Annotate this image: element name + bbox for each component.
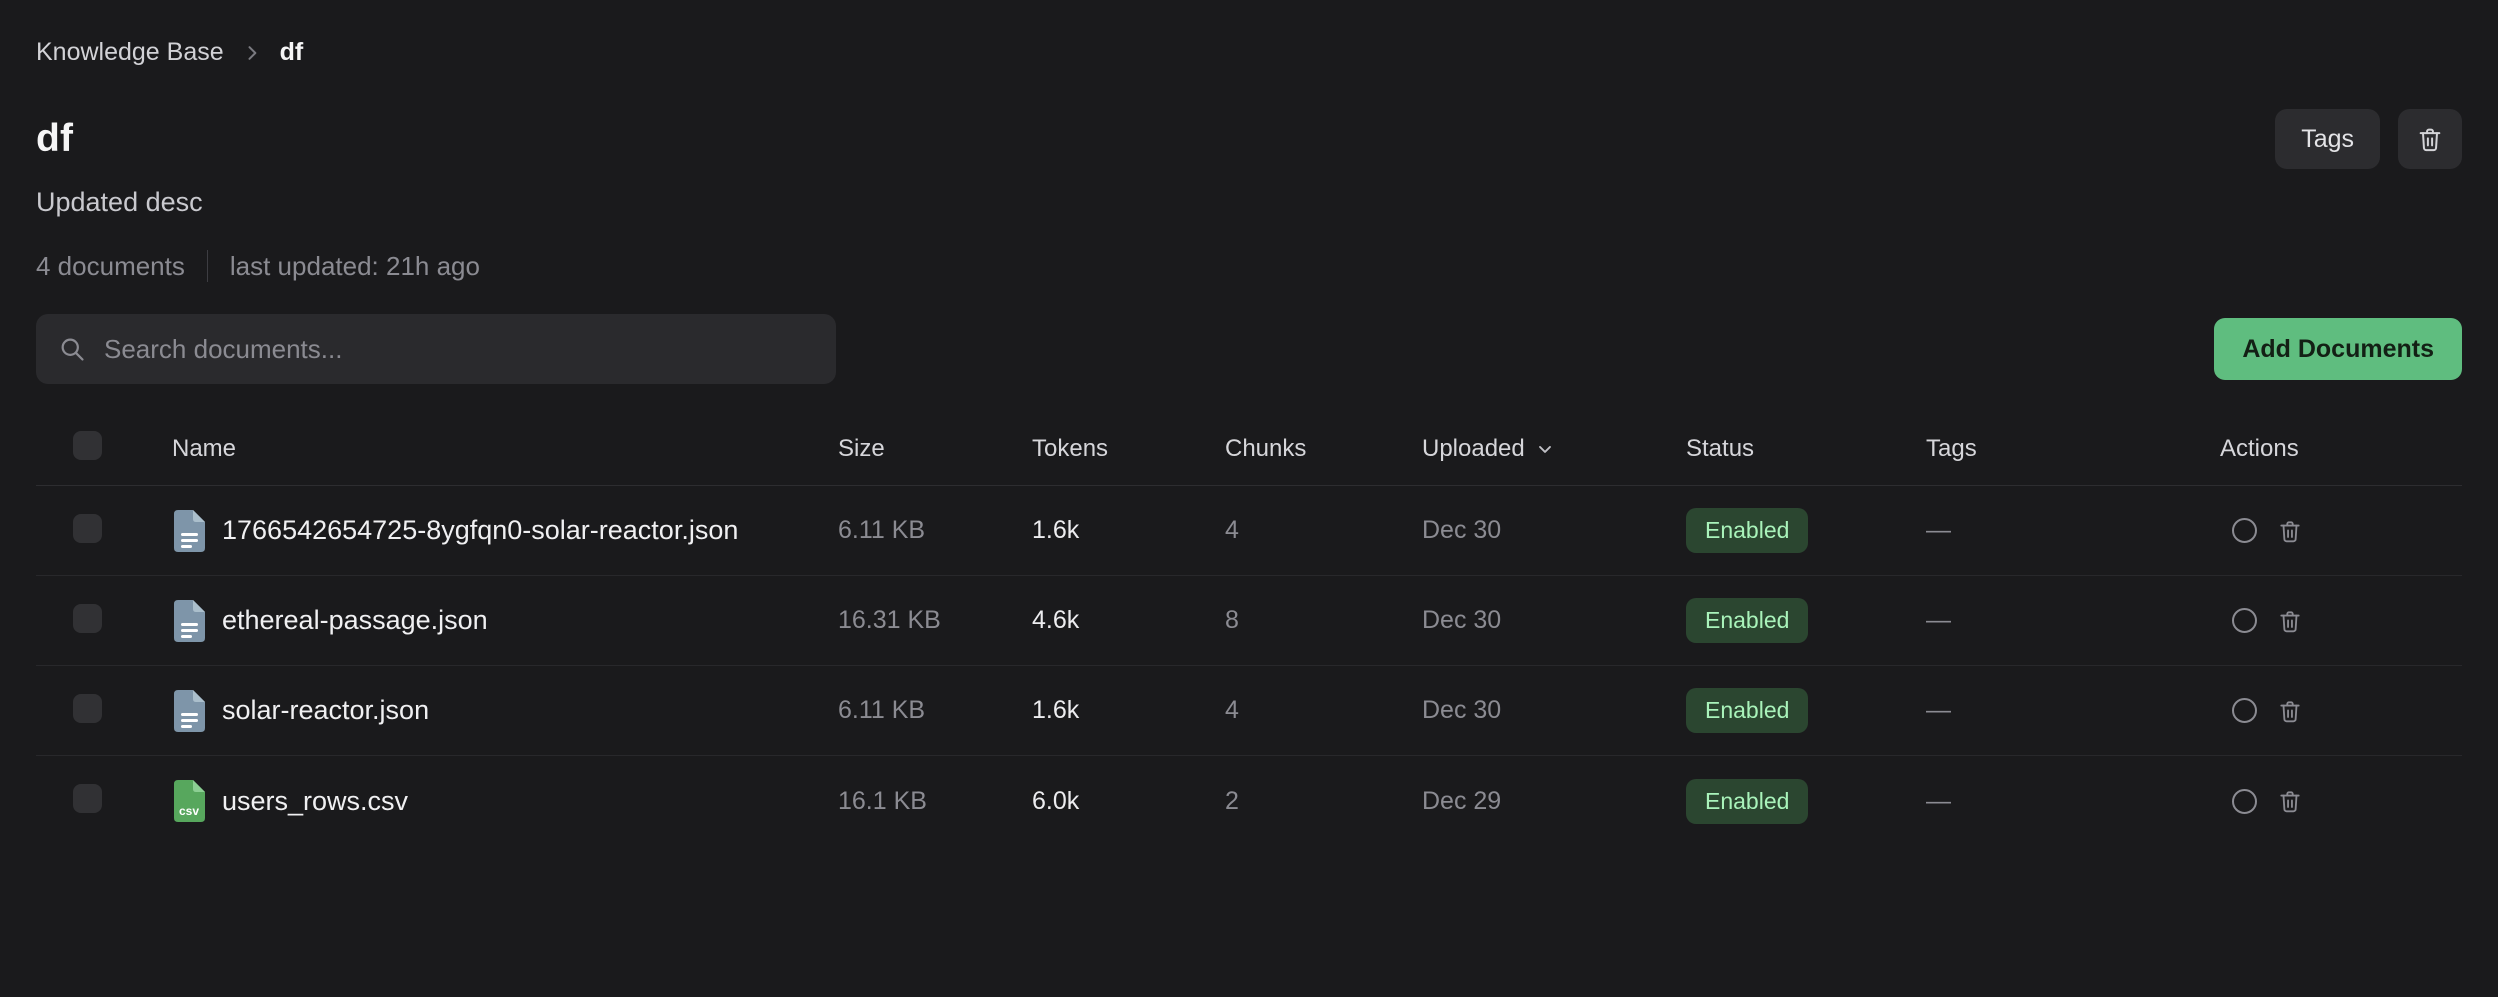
last-updated: last updated: 21h ago <box>230 251 480 282</box>
kb-description: Updated desc <box>36 187 2462 218</box>
knowledge-base-detail-page: Knowledge Base df df Tags Updated desc <box>0 0 2498 997</box>
trash-icon <box>2416 124 2444 154</box>
documents-table: Name Size Tokens Chunks Uploaded Status … <box>36 412 2462 846</box>
document-tokens: 4.6k <box>1032 606 1225 635</box>
documents-count: 4 documents <box>36 251 185 282</box>
document-tags: — <box>1926 696 2220 725</box>
add-documents-button[interactable]: Add Documents <box>2214 318 2462 380</box>
json-file-icon: csv <box>172 599 206 643</box>
status-circle-icon[interactable] <box>2232 518 2257 543</box>
document-tags: — <box>1926 787 2220 816</box>
chevron-right-icon <box>242 43 262 63</box>
column-header-tokens[interactable]: Tokens <box>1032 435 1225 463</box>
document-name[interactable]: ethereal-passage.json <box>222 605 488 636</box>
document-uploaded-date: Dec 29 <box>1422 787 1686 816</box>
status-badge[interactable]: Enabled <box>1686 688 1808 733</box>
document-tokens: 6.0k <box>1032 787 1225 816</box>
breadcrumb-knowledge-base-link[interactable]: Knowledge Base <box>36 38 224 67</box>
title-row: df Tags <box>36 109 2462 169</box>
table-row: csv solar-reactor.json 6.11 KB 1.6k 4 De… <box>36 666 2462 756</box>
delete-document-icon[interactable] <box>2277 787 2303 815</box>
status-badge[interactable]: Enabled <box>1686 508 1808 553</box>
table-row: csv users_rows.csv 16.1 KB 6.0k 2 Dec 29… <box>36 756 2462 846</box>
title-actions: Tags <box>2275 109 2462 169</box>
document-chunks: 4 <box>1225 516 1422 545</box>
document-uploaded-date: Dec 30 <box>1422 516 1686 545</box>
row-checkbox[interactable] <box>73 784 102 813</box>
column-header-chunks[interactable]: Chunks <box>1225 435 1422 463</box>
meta-divider <box>207 250 208 282</box>
status-circle-icon[interactable] <box>2232 789 2257 814</box>
chevron-down-icon <box>1535 439 1555 459</box>
table-body: csv 1766542654725-8ygfqn0-solar-reactor.… <box>36 486 2462 846</box>
table-row: csv ethereal-passage.json 16.31 KB 4.6k … <box>36 576 2462 666</box>
search-box <box>36 314 836 384</box>
document-chunks: 4 <box>1225 696 1422 725</box>
json-file-icon: csv <box>172 509 206 553</box>
status-badge[interactable]: Enabled <box>1686 779 1808 824</box>
column-header-uploaded[interactable]: Uploaded <box>1422 435 1686 463</box>
document-size: 16.1 KB <box>838 787 1032 816</box>
document-uploaded-date: Dec 30 <box>1422 606 1686 635</box>
column-header-size[interactable]: Size <box>838 435 1032 463</box>
select-all-checkbox[interactable] <box>73 431 102 460</box>
column-header-status[interactable]: Status <box>1686 435 1926 463</box>
row-checkbox[interactable] <box>73 514 102 543</box>
document-size: 6.11 KB <box>838 516 1032 545</box>
document-name[interactable]: 1766542654725-8ygfqn0-solar-reactor.json <box>222 515 738 546</box>
search-icon <box>58 335 86 363</box>
document-chunks: 2 <box>1225 787 1422 816</box>
document-uploaded-date: Dec 30 <box>1422 696 1686 725</box>
status-circle-icon[interactable] <box>2232 608 2257 633</box>
delete-document-icon[interactable] <box>2277 517 2303 545</box>
document-tags: — <box>1926 516 2220 545</box>
svg-text:csv: csv <box>179 804 199 818</box>
kb-meta: 4 documents last updated: 21h ago <box>36 250 2462 282</box>
csv-file-icon: csv <box>172 779 206 823</box>
document-name[interactable]: users_rows.csv <box>222 786 408 817</box>
row-checkbox[interactable] <box>73 694 102 723</box>
table-header: Name Size Tokens Chunks Uploaded Status … <box>36 412 2462 486</box>
row-checkbox[interactable] <box>73 604 102 633</box>
search-documents-input[interactable] <box>36 314 836 384</box>
breadcrumb-current: df <box>280 38 304 67</box>
delete-knowledge-base-button[interactable] <box>2398 109 2462 169</box>
column-header-tags[interactable]: Tags <box>1926 435 2220 463</box>
column-header-name[interactable]: Name <box>172 435 838 463</box>
document-size: 6.11 KB <box>838 696 1032 725</box>
status-circle-icon[interactable] <box>2232 698 2257 723</box>
page-title: df <box>36 117 73 161</box>
document-tokens: 1.6k <box>1032 696 1225 725</box>
delete-document-icon[interactable] <box>2277 607 2303 635</box>
document-chunks: 8 <box>1225 606 1422 635</box>
document-tags: — <box>1926 606 2220 635</box>
table-row: csv 1766542654725-8ygfqn0-solar-reactor.… <box>36 486 2462 576</box>
status-badge[interactable]: Enabled <box>1686 598 1808 643</box>
tags-button[interactable]: Tags <box>2275 109 2380 169</box>
breadcrumb: Knowledge Base df <box>36 38 2462 67</box>
delete-document-icon[interactable] <box>2277 697 2303 725</box>
document-size: 16.31 KB <box>838 606 1032 635</box>
documents-toolbar: Add Documents <box>36 314 2462 384</box>
column-header-actions: Actions <box>2220 435 2462 463</box>
document-tokens: 1.6k <box>1032 516 1225 545</box>
json-file-icon: csv <box>172 689 206 733</box>
document-name[interactable]: solar-reactor.json <box>222 695 429 726</box>
